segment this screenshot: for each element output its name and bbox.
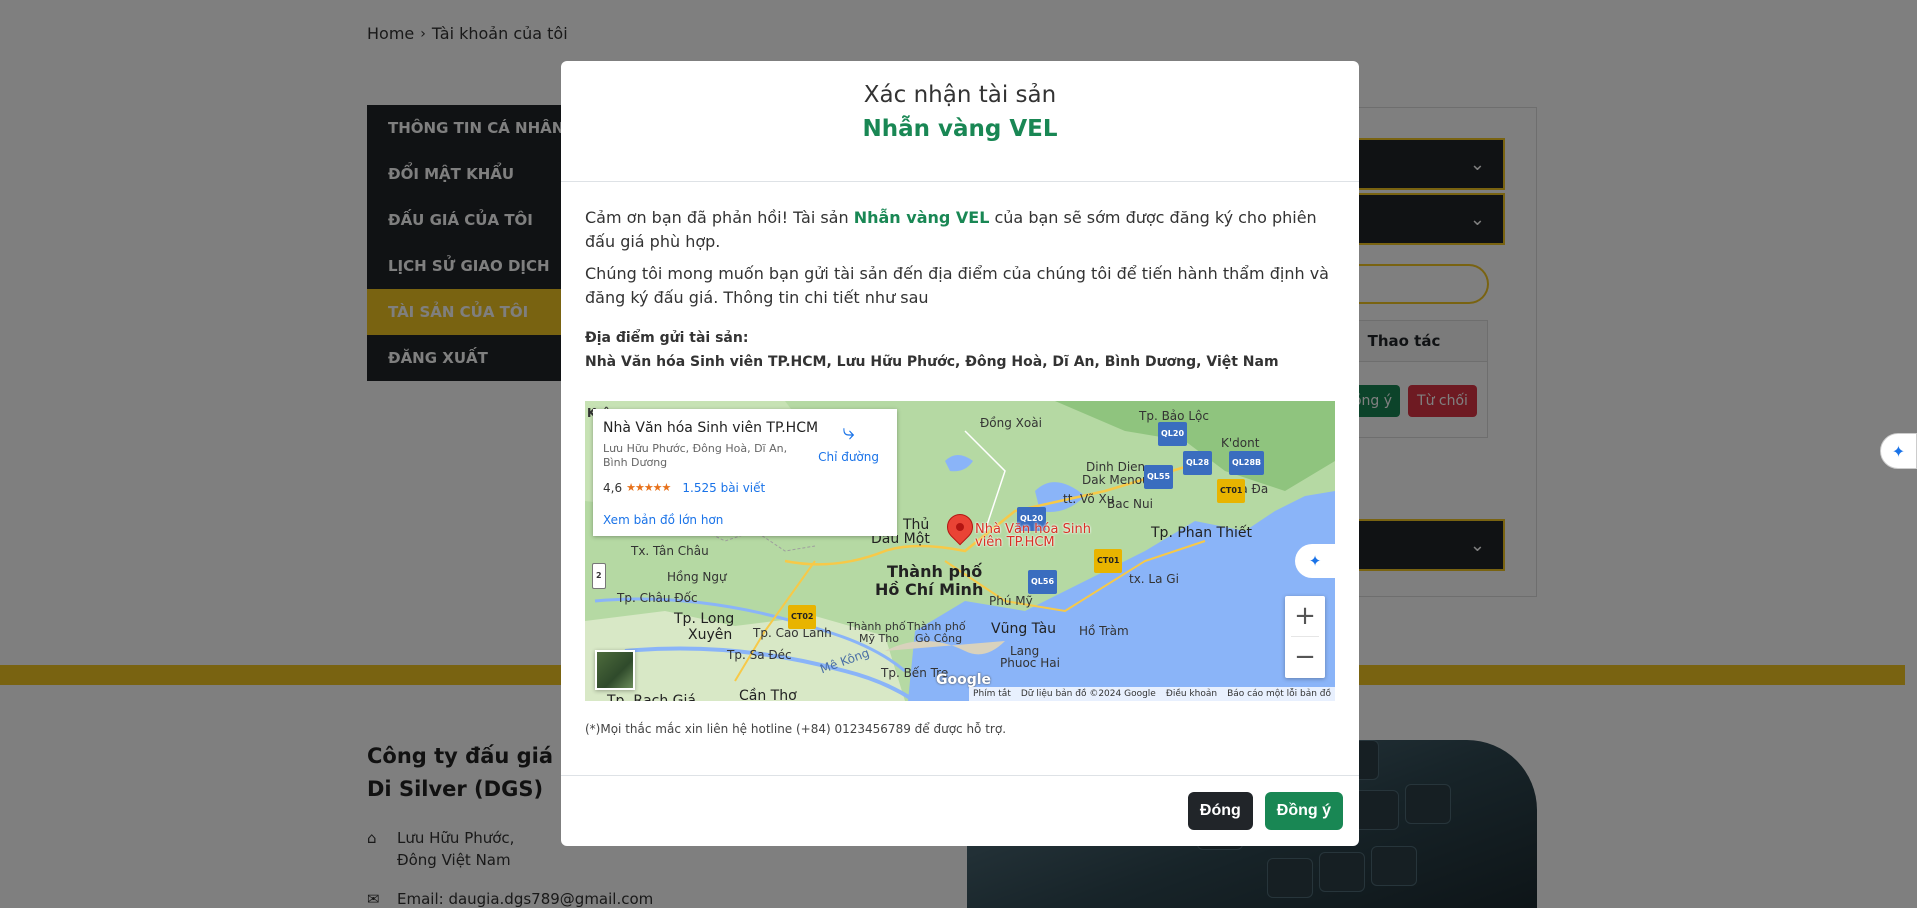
map-place: tx. La Gi bbox=[1129, 572, 1179, 586]
thank-you-prefix: Cảm ơn bạn đã phản hồi! Tài sản bbox=[585, 208, 854, 227]
zoom-out-button[interactable]: − bbox=[1285, 637, 1325, 677]
map-place: Tp. Sa Đéc bbox=[727, 648, 792, 662]
directions-label: Chỉ đường bbox=[818, 450, 879, 464]
embedded-map[interactable]: Krông Đồng Xoài Tp. Bảo Lộc K'dont Dinh … bbox=[585, 401, 1335, 701]
map-floating-icon[interactable]: ✦ bbox=[1295, 544, 1335, 578]
floating-action-icon[interactable]: ✦ bbox=[1880, 433, 1917, 469]
inline-asset-name: Nhẫn vàng VEL bbox=[853, 208, 990, 227]
map-pin-label-line: viên TP.HCM bbox=[975, 535, 1055, 550]
map-place: Phú Mỹ bbox=[989, 594, 1033, 608]
keyboard-shortcuts-link[interactable]: Phím tắt bbox=[973, 682, 1011, 701]
modal-footer: Đóng Đồng ý bbox=[561, 775, 1359, 846]
map-place: Cần Thơ bbox=[739, 688, 797, 701]
confirm-button[interactable]: Đồng ý bbox=[1264, 792, 1343, 830]
map-data-credit: Dữ liệu bản đồ ©2024 Google bbox=[1020, 689, 1156, 699]
report-error-link[interactable]: Báo cáo một lỗi bản đồ bbox=[1227, 682, 1331, 701]
modal-header: Xác nhận tài sản Nhẫn vàng VEL bbox=[561, 61, 1359, 182]
map-place: Tx. Tân Châu bbox=[631, 544, 709, 558]
road-badge: CT02 bbox=[788, 605, 817, 629]
modal-title: Xác nhận tài sản bbox=[863, 82, 1057, 108]
road-badge: QL20 bbox=[1158, 422, 1188, 446]
map-place: Xuyên bbox=[688, 627, 733, 643]
road-badge: QL55 bbox=[1144, 465, 1174, 489]
confirm-asset-modal: Xác nhận tài sản Nhẫn vàng VEL Cảm ơn bạ… bbox=[561, 61, 1359, 846]
map-place: Tp. Phan Thiết bbox=[1151, 525, 1252, 541]
map-place-address: Lưu Hữu Phước, Đông Hoà, Dĩ An, Bình Dươ… bbox=[603, 442, 788, 469]
road-badge: 2 bbox=[592, 563, 606, 589]
road-badge: QL56 bbox=[1028, 570, 1058, 594]
view-larger-map-link[interactable]: Xem bản đồ lớn hơn bbox=[603, 508, 887, 532]
reviews-link[interactable]: 1.525 bài viết bbox=[682, 476, 765, 500]
map-place: Phuoc Hai bbox=[1000, 656, 1060, 670]
road-badge: QL28B bbox=[1229, 451, 1265, 475]
directions-button[interactable]: ⤷ Chỉ đường bbox=[818, 421, 879, 469]
satellite-layer-toggle[interactable] bbox=[595, 650, 635, 690]
map-place: Vũng Tàu bbox=[991, 621, 1057, 637]
map-place: Bac Nui bbox=[1107, 497, 1153, 511]
star-rating-icon: ★★★★★ bbox=[626, 481, 671, 494]
rating-value: 4,6 bbox=[603, 481, 623, 495]
road-badge: CT01 bbox=[1217, 479, 1246, 503]
map-info-card: Nhà Văn hóa Sinh viên TP.HCM Lưu Hữu Phư… bbox=[593, 409, 897, 536]
terms-link[interactable]: Điều khoản bbox=[1166, 682, 1217, 701]
map-place: Thành phố bbox=[887, 562, 983, 581]
map-place: Đồng Xoài bbox=[980, 416, 1042, 430]
close-button[interactable]: Đóng bbox=[1187, 792, 1253, 830]
instruction-text: Chúng tôi mong muốn bạn gửi tài sản đến … bbox=[585, 264, 1329, 307]
location-value: Nhà Văn hóa Sinh viên TP.HCM, Lưu Hữu Ph… bbox=[585, 354, 1279, 370]
map-place: Tp. Rạch Giá bbox=[607, 693, 696, 701]
location-label: Địa điểm gửi tài sản: bbox=[585, 330, 749, 346]
thank-you-text: Cảm ơn bạn đã phản hồi! Tài sản Nhẫn vàn… bbox=[585, 206, 1335, 254]
hotline-note: (*)Mọi thắc mắc xin liên hệ hotline (+84… bbox=[585, 722, 1007, 736]
modal-asset-name: Nhẫn vàng VEL bbox=[862, 116, 1058, 142]
map-place: Hồ Chí Minh bbox=[875, 580, 984, 599]
zoom-in-button[interactable]: + bbox=[1285, 596, 1325, 636]
map-attribution: Phím tắt Dữ liệu bản đồ ©2024 Google Điề… bbox=[969, 687, 1335, 701]
map-place: Hồ Tràm bbox=[1079, 624, 1129, 638]
map-rating: 4,6 ★★★★★ 1.525 bài viết bbox=[603, 476, 887, 500]
map-place: Gò Công bbox=[915, 632, 963, 645]
road-badge: CT01 bbox=[1094, 549, 1123, 573]
map-pin-label: Nhà Văn hóa Sinh viên TP.HCM bbox=[975, 523, 1091, 549]
modal-body: Cảm ơn bạn đã phản hồi! Tài sản Nhẫn vàn… bbox=[561, 182, 1359, 737]
road-badge: QL28 bbox=[1183, 451, 1213, 475]
map-zoom-controls: + − bbox=[1285, 596, 1325, 678]
directions-icon: ⤷ bbox=[842, 420, 855, 445]
